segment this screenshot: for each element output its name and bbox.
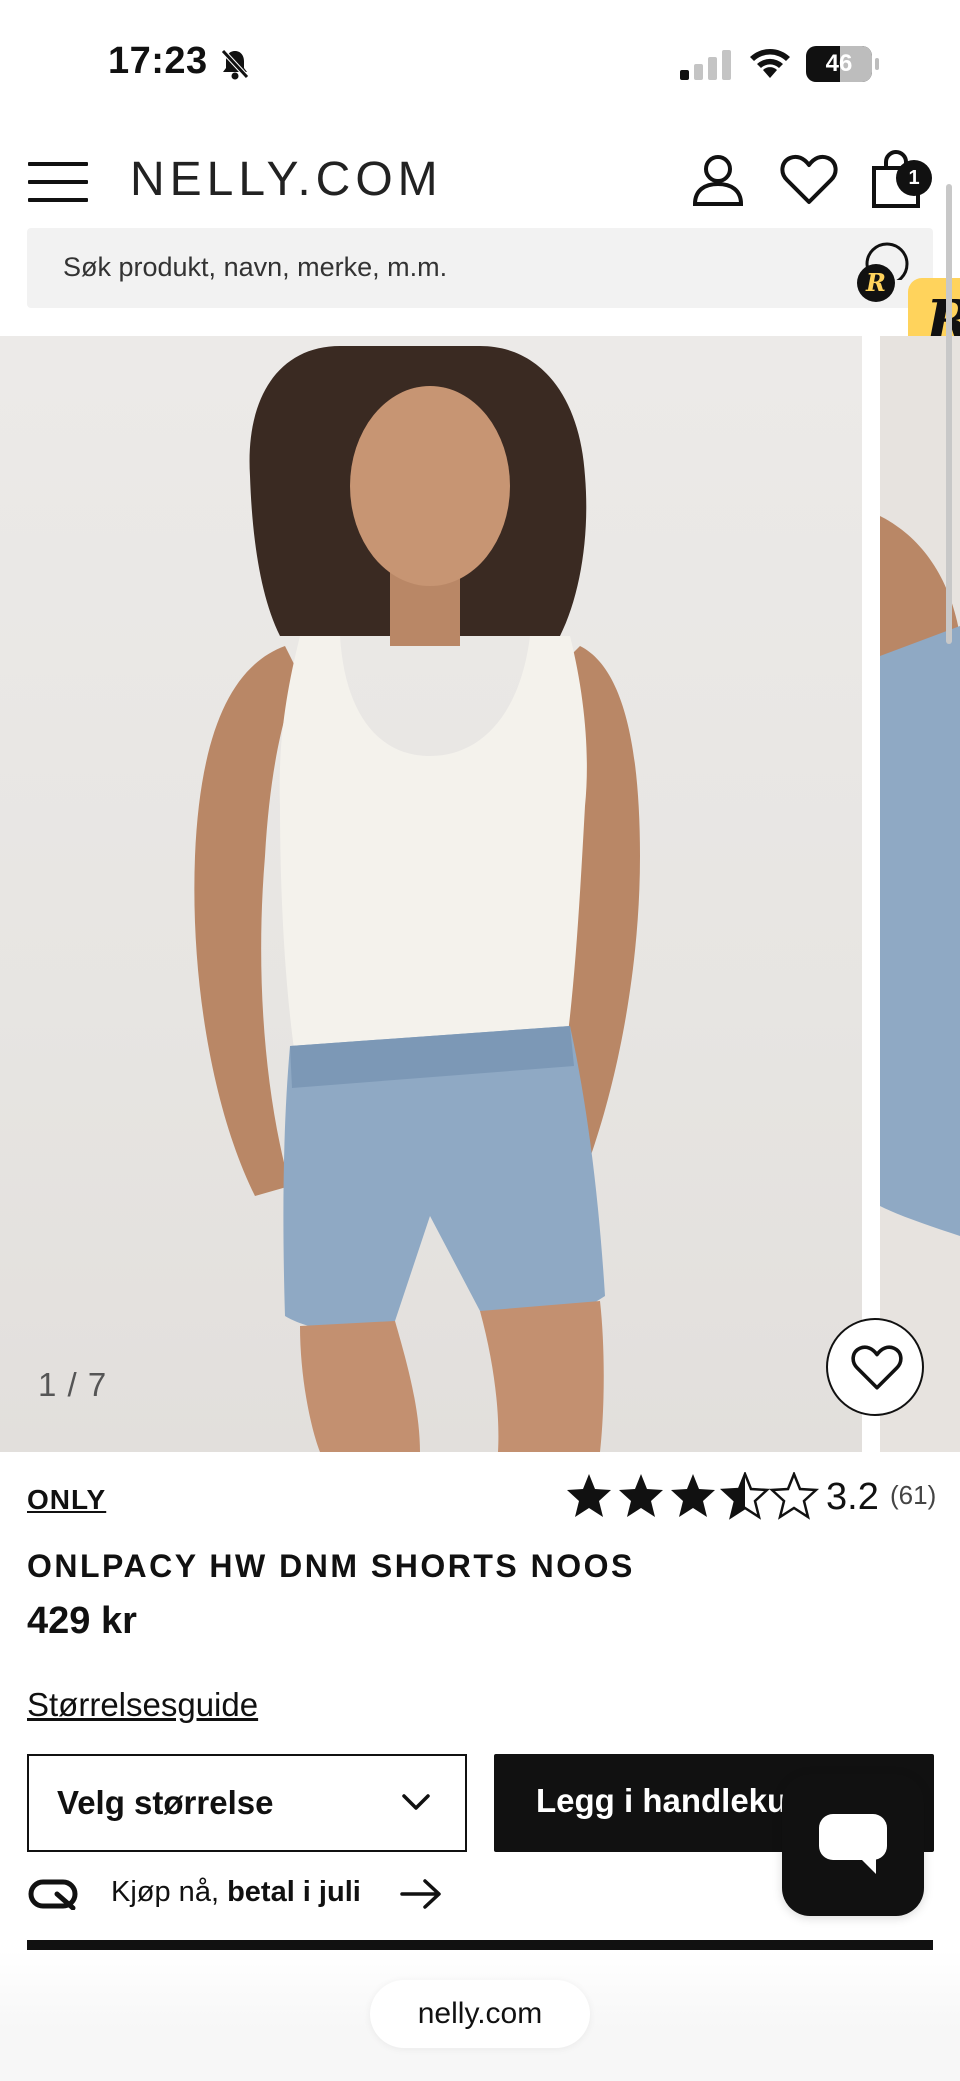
status-time: 17:23 bbox=[108, 40, 208, 82]
site-logo[interactable]: NELLY.COM bbox=[130, 152, 443, 207]
page-scrollbar[interactable] bbox=[946, 184, 952, 644]
status-bar: 17:23 46 bbox=[0, 0, 960, 130]
product-image-gallery[interactable]: 1 / 7 bbox=[0, 336, 960, 1452]
rakuten-mini-icon[interactable]: R bbox=[857, 264, 895, 302]
battery-level: 46 bbox=[825, 50, 853, 77]
heart-outline-icon bbox=[851, 1345, 903, 1390]
arrow-right-icon bbox=[399, 1876, 443, 1917]
hamburger-menu-icon[interactable] bbox=[28, 160, 88, 204]
wifi-icon bbox=[748, 46, 792, 85]
klarna-bold: betal i juli bbox=[227, 1876, 361, 1908]
size-guide-link[interactable]: Størrelsesguide bbox=[27, 1686, 258, 1724]
section-divider bbox=[27, 1940, 933, 1950]
product-title: ONLPACY HW DNM SHORTS NOOS bbox=[27, 1548, 635, 1584]
klarna-logo-icon bbox=[27, 1878, 79, 1915]
add-to-wishlist-button[interactable] bbox=[826, 1318, 924, 1416]
rating-stars-icon bbox=[567, 1472, 818, 1519]
cart-count-badge[interactable]: 1 bbox=[896, 160, 932, 196]
browser-url-pill[interactable]: nelly.com bbox=[370, 1980, 590, 2048]
product-price: 429 kr bbox=[27, 1600, 137, 1642]
chat-support-button[interactable] bbox=[782, 1774, 924, 1916]
search-placeholder: Søk produkt, navn, merke, m.m. bbox=[63, 252, 448, 282]
rating-value: 3.2 bbox=[826, 1476, 879, 1518]
search-input[interactable]: Søk produkt, navn, merke, m.m. bbox=[27, 228, 933, 308]
size-select-label: Velg størrelse bbox=[57, 1784, 274, 1821]
rating-count: (61) bbox=[890, 1480, 937, 1510]
size-select-dropdown[interactable]: Velg størrelse bbox=[27, 1754, 467, 1852]
product-image[interactable] bbox=[0, 336, 862, 1452]
account-icon[interactable] bbox=[690, 152, 746, 213]
brand-link[interactable]: ONLY bbox=[27, 1484, 106, 1516]
cellular-signal-icon bbox=[680, 50, 732, 85]
image-counter: 1 / 7 bbox=[38, 1366, 108, 1403]
klarna-text: Kjøp nå, betal i juli bbox=[111, 1876, 361, 1909]
klarna-prefix: Kjøp nå, bbox=[111, 1876, 228, 1908]
model-photo-illustration bbox=[194, 346, 640, 1452]
battery-icon: 46 bbox=[806, 46, 879, 82]
bell-slash-icon bbox=[220, 48, 250, 85]
klarna-pay-later-link[interactable]: Kjøp nå, betal i juli bbox=[27, 1870, 627, 1920]
chevron-down-icon bbox=[401, 1792, 431, 1817]
add-to-cart-label: Legg i handlekurv bbox=[536, 1782, 819, 1819]
heart-icon[interactable] bbox=[780, 154, 838, 211]
